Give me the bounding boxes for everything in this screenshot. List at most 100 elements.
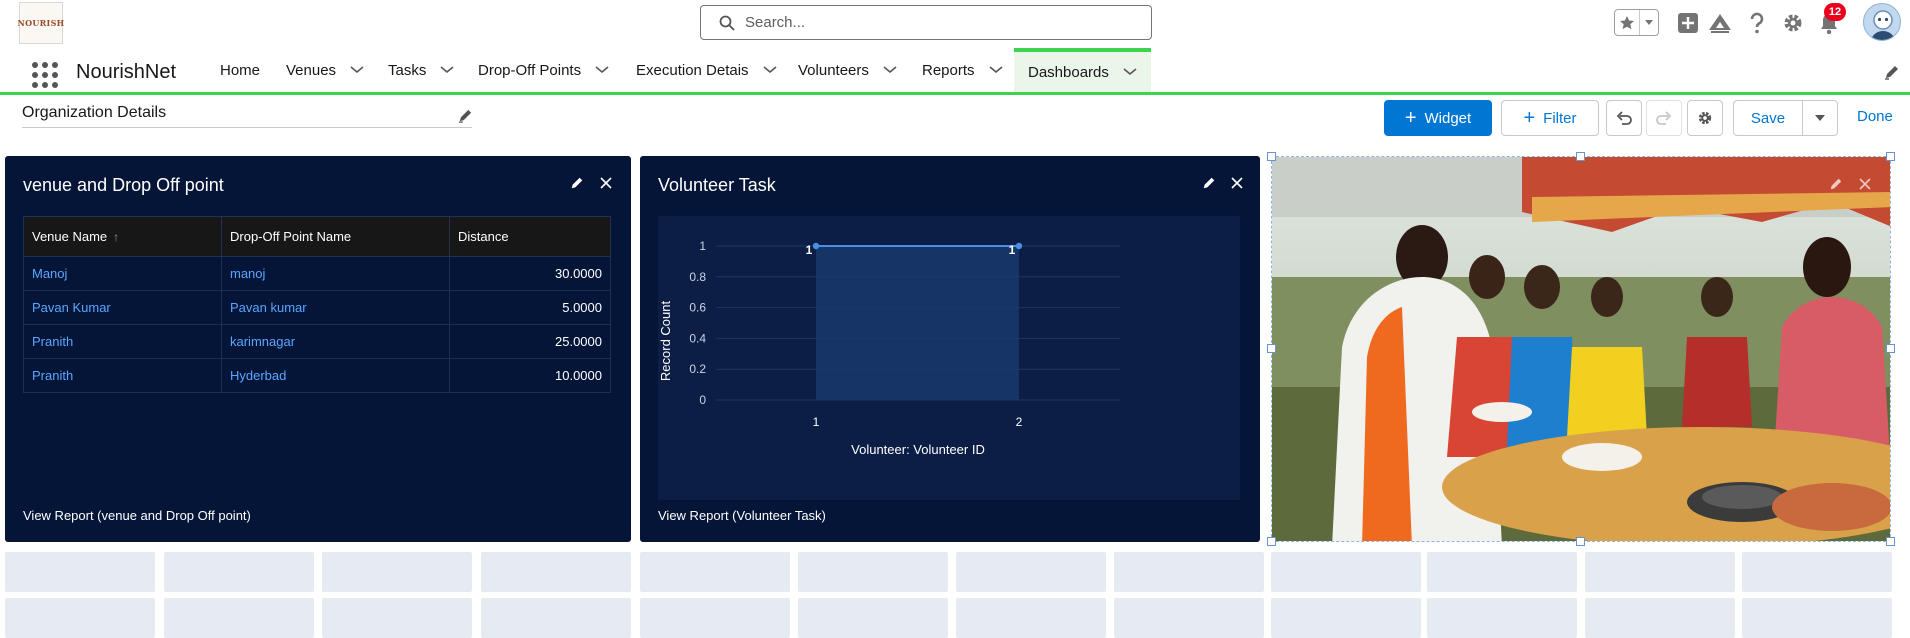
empty-grid-cell bbox=[956, 552, 1106, 592]
column-header[interactable]: Venue Name ↑ bbox=[23, 216, 222, 257]
chevron-down-icon[interactable] bbox=[1640, 10, 1658, 35]
x-tick-label: 2 bbox=[1016, 415, 1023, 429]
chevron-down-icon[interactable] bbox=[350, 66, 364, 74]
nav-item-dashboards[interactable]: Dashboards bbox=[1014, 48, 1151, 92]
resize-handle[interactable] bbox=[1267, 152, 1276, 161]
trailhead-icon[interactable] bbox=[1708, 11, 1732, 35]
org-logo[interactable]: NOURISH bbox=[17, 2, 65, 44]
chevron-down-icon[interactable] bbox=[989, 66, 1003, 74]
done-button[interactable]: Done bbox=[1857, 108, 1893, 125]
drop-off-point-link[interactable]: Pavan kumar bbox=[221, 290, 450, 325]
avatar-icon[interactable] bbox=[1863, 3, 1901, 41]
pencil-icon[interactable] bbox=[458, 108, 473, 128]
nav-item-label: Dashboards bbox=[1028, 63, 1109, 81]
pencil-icon[interactable] bbox=[1884, 64, 1900, 85]
pencil-icon[interactable] bbox=[1200, 174, 1218, 192]
empty-grid-cell bbox=[322, 552, 472, 592]
nav-item-tasks[interactable]: Tasks bbox=[388, 48, 454, 92]
y-tick-label: 0 bbox=[699, 393, 706, 407]
global-search[interactable] bbox=[700, 5, 1152, 40]
widget-volunteer-task[interactable]: Volunteer Task 0 0.2 0.4 0.6 0.8 1 1 1 1 2 Volunte… bbox=[640, 156, 1260, 542]
save-button[interactable]: Save bbox=[1733, 100, 1803, 136]
save-menu-button[interactable] bbox=[1802, 100, 1838, 136]
gear-icon bbox=[1698, 111, 1712, 125]
empty-grid-cell bbox=[1114, 598, 1264, 638]
redo-button[interactable] bbox=[1646, 100, 1682, 136]
plus-icon: + bbox=[1523, 107, 1536, 129]
venue-name-link[interactable]: Pranith bbox=[23, 324, 222, 359]
empty-grid-cell bbox=[5, 552, 155, 592]
empty-grid-cell bbox=[1427, 598, 1577, 638]
nav-item-label: Reports bbox=[922, 61, 975, 79]
properties-button[interactable] bbox=[1687, 100, 1723, 136]
pencil-icon[interactable] bbox=[568, 174, 586, 192]
widget-title: Volunteer Task bbox=[658, 175, 776, 195]
resize-handle[interactable] bbox=[1886, 152, 1895, 161]
distance-cell: 5.0000 bbox=[449, 290, 611, 325]
add-widget-button[interactable]: + Widget bbox=[1384, 100, 1492, 136]
nav-item-volunteers[interactable]: Volunteers bbox=[798, 48, 897, 92]
distance-cell: 10.0000 bbox=[449, 358, 611, 393]
global-header: NOURISH 12 bbox=[0, 0, 1910, 48]
chevron-down-icon[interactable] bbox=[763, 66, 777, 74]
empty-grid-row bbox=[0, 598, 1910, 638]
resize-handle[interactable] bbox=[1886, 344, 1895, 353]
star-icon[interactable] bbox=[1615, 10, 1641, 35]
widget-title: venue and Drop Off point bbox=[23, 175, 224, 195]
view-report-link[interactable]: View Report (venue and Drop Off point) bbox=[23, 508, 251, 523]
table-row: Manoj manoj 30.0000 bbox=[23, 256, 611, 291]
nav-item-venues[interactable]: Venues bbox=[286, 48, 364, 92]
close-icon[interactable] bbox=[1228, 174, 1246, 192]
plus-icon[interactable] bbox=[1676, 11, 1700, 35]
chevron-down-icon[interactable] bbox=[595, 66, 609, 74]
nav-item-reports[interactable]: Reports bbox=[922, 48, 1003, 92]
resize-handle[interactable] bbox=[1267, 344, 1276, 353]
chevron-down-icon[interactable] bbox=[1123, 68, 1137, 76]
chart-area: 0 0.2 0.4 0.6 0.8 1 1 1 1 2 Volunteer: Volunteer I… bbox=[658, 216, 1240, 500]
table-row: Pavan Kumar Pavan kumar 5.0000 bbox=[23, 290, 611, 325]
distance-cell: 30.0000 bbox=[449, 256, 611, 291]
resize-handle[interactable] bbox=[1576, 152, 1585, 161]
resize-handle[interactable] bbox=[1267, 537, 1276, 546]
help-icon[interactable] bbox=[1745, 11, 1769, 35]
view-report-link[interactable]: View Report (Volunteer Task) bbox=[658, 508, 826, 523]
gear-icon[interactable] bbox=[1781, 11, 1805, 35]
table-row: Pranith karimnagar 25.0000 bbox=[23, 324, 611, 359]
column-header[interactable]: Drop-Off Point Name bbox=[221, 216, 450, 257]
nav-item-drop-off-points[interactable]: Drop-Off Points bbox=[478, 48, 609, 92]
empty-grid-cell bbox=[322, 598, 472, 638]
volunteer-task-chart: 0 0.2 0.4 0.6 0.8 1 1 1 1 2 Volunteer: Volunteer I… bbox=[658, 239, 1120, 457]
close-icon[interactable] bbox=[597, 174, 615, 192]
close-icon[interactable] bbox=[1856, 175, 1874, 193]
logo-text: NOURISH bbox=[17, 18, 65, 28]
pencil-icon[interactable] bbox=[1827, 175, 1845, 193]
dashboard-title-field[interactable]: Organization Details bbox=[22, 104, 472, 128]
empty-grid-cell bbox=[1427, 552, 1577, 592]
resize-handle[interactable] bbox=[1576, 537, 1585, 546]
sort-arrow-icon[interactable]: ↑ bbox=[113, 230, 119, 244]
chevron-down-icon[interactable] bbox=[883, 66, 897, 74]
search-input[interactable] bbox=[745, 14, 1125, 31]
widget-button-label: Widget bbox=[1424, 109, 1472, 127]
nav-item-label: Execution Detais bbox=[636, 61, 749, 79]
widget-venue-drop-off[interactable]: venue and Drop Off point Venue Name ↑ Dro… bbox=[5, 156, 631, 542]
venue-name-link[interactable]: Manoj bbox=[23, 256, 222, 291]
data-point bbox=[812, 242, 820, 250]
nav-item-execution-details[interactable]: Execution Detais bbox=[636, 48, 777, 92]
favorites-button-group[interactable] bbox=[1614, 9, 1659, 36]
drop-off-point-link[interactable]: Hyderbad bbox=[221, 358, 450, 393]
add-filter-button[interactable]: + Filter bbox=[1501, 100, 1599, 136]
x-tick-label: 1 bbox=[813, 415, 820, 429]
nav-item-home[interactable]: Home bbox=[220, 48, 260, 92]
drop-off-point-link[interactable]: karimnagar bbox=[221, 324, 450, 359]
chevron-down-icon[interactable] bbox=[440, 66, 454, 74]
venue-name-link[interactable]: Pavan Kumar bbox=[23, 290, 222, 325]
image-widget[interactable] bbox=[1271, 156, 1891, 542]
resize-handle[interactable] bbox=[1886, 537, 1895, 546]
venue-name-link[interactable]: Pranith bbox=[23, 358, 222, 393]
column-header[interactable]: Distance bbox=[449, 216, 611, 257]
undo-button[interactable] bbox=[1606, 100, 1642, 136]
drop-off-point-link[interactable]: manoj bbox=[221, 256, 450, 291]
app-launcher-icon[interactable] bbox=[32, 62, 58, 88]
undo-icon bbox=[1616, 111, 1632, 125]
